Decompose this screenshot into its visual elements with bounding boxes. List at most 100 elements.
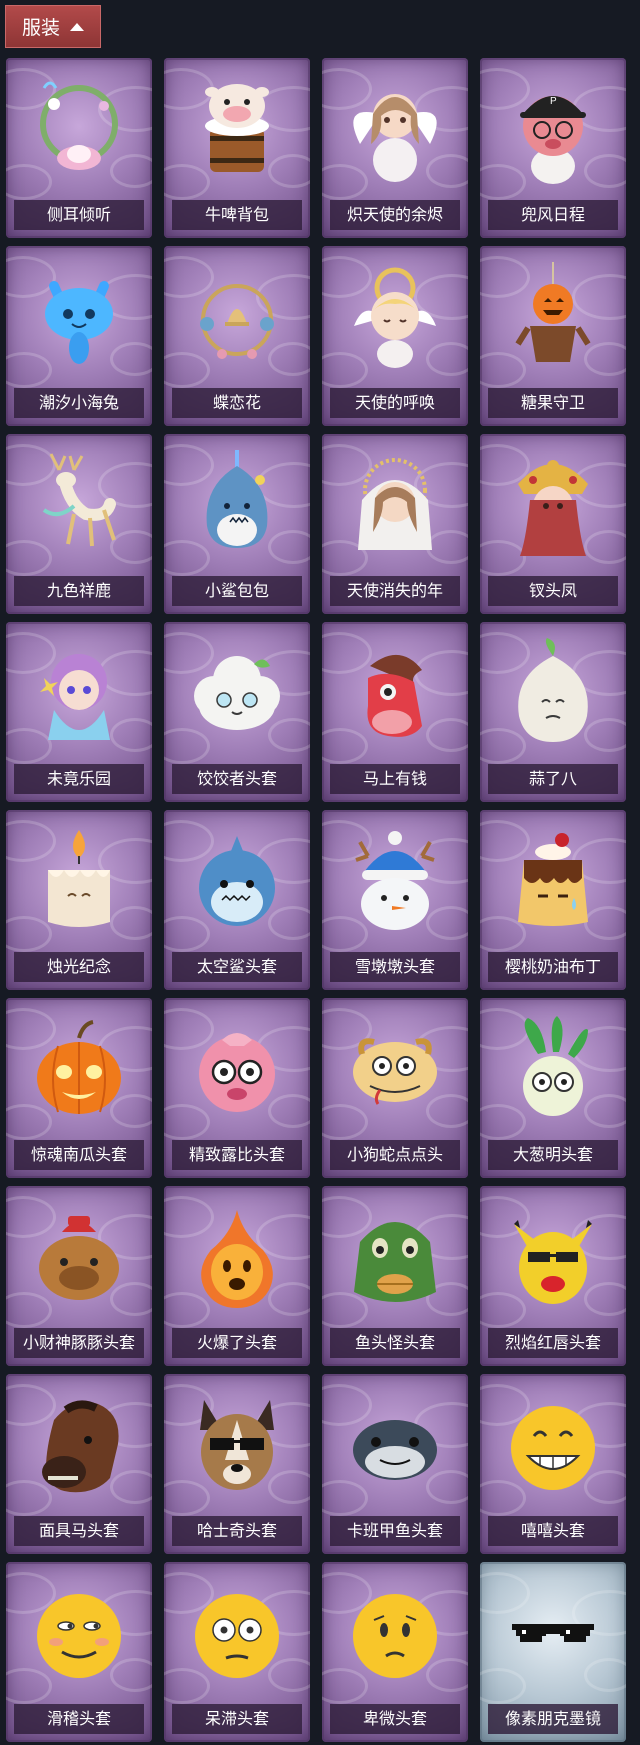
fish-head-icon xyxy=(322,1192,468,1322)
item-name: 烛光纪念 xyxy=(14,952,144,982)
candle-head-icon xyxy=(6,816,152,946)
item-card[interactable]: 卑微头套 xyxy=(322,1562,468,1742)
angel-cherub-icon xyxy=(322,252,468,382)
item-name: 潮汐小海兔 xyxy=(14,388,144,418)
item-name: 侧耳倾听 xyxy=(14,200,144,230)
item-name: 糖果守卫 xyxy=(488,388,618,418)
item-name: 呆滞头套 xyxy=(172,1704,302,1734)
item-card[interactable]: 蒜了八 xyxy=(480,622,626,802)
flower-wreath-ornament-icon xyxy=(6,64,152,194)
item-name: 小财神豚豚头套 xyxy=(14,1328,144,1358)
capybara-head-icon xyxy=(6,1192,152,1322)
item-card[interactable]: 马上有钱 xyxy=(322,622,468,802)
item-card[interactable]: 樱桃奶油布丁 xyxy=(480,810,626,990)
item-card[interactable]: 九色祥鹿 xyxy=(6,434,152,614)
dazed-emoji-head-icon xyxy=(164,1568,310,1698)
item-name: 蒜了八 xyxy=(488,764,618,794)
red-horse-head-icon xyxy=(322,628,468,758)
pastel-girl-icon xyxy=(6,628,152,758)
item-card[interactable]: 大葱明头套 xyxy=(480,998,626,1178)
item-name: 精致露比头套 xyxy=(172,1140,302,1170)
item-name: 天使的呼唤 xyxy=(330,388,460,418)
item-name: 兜风日程 xyxy=(488,200,618,230)
item-card[interactable]: 太空鲨头套 xyxy=(164,810,310,990)
item-card[interactable]: 烛光纪念 xyxy=(6,810,152,990)
chevron-up-icon xyxy=(70,22,84,31)
angel-girl-icon xyxy=(322,64,468,194)
item-name: 面具马头套 xyxy=(14,1516,144,1546)
item-name: 卑微头套 xyxy=(330,1704,460,1734)
husky-sunglasses-icon xyxy=(164,1380,310,1510)
item-card[interactable]: 鱼头怪头套 xyxy=(322,1186,468,1366)
item-card[interactable]: 小财神豚豚头套 xyxy=(6,1186,152,1366)
item-card[interactable]: 饺饺者头套 xyxy=(164,622,310,802)
item-name: 鱼头怪头套 xyxy=(330,1328,460,1358)
item-name: 太空鲨头套 xyxy=(172,952,302,982)
item-name: 雪墩墩头套 xyxy=(330,952,460,982)
item-card[interactable]: 精致露比头套 xyxy=(164,998,310,1178)
item-card[interactable]: 小鲨包包 xyxy=(164,434,310,614)
humble-emoji-head-icon xyxy=(322,1568,468,1698)
item-card[interactable]: 蝶恋花 xyxy=(164,246,310,426)
item-name: 钗头凤 xyxy=(488,576,618,606)
pixel-sunglasses-icon xyxy=(480,1568,626,1698)
item-card[interactable]: 惊魂南瓜头套 xyxy=(6,998,152,1178)
item-name: 烈焰红唇头套 xyxy=(488,1328,618,1358)
blue-sea-bunny-icon xyxy=(6,252,152,382)
item-card[interactable]: 火爆了头套 xyxy=(164,1186,310,1366)
phoenix-crown-girl-icon xyxy=(480,440,626,570)
fire-head-icon xyxy=(164,1192,310,1322)
item-card[interactable]: 嘻嘻头套 xyxy=(480,1374,626,1554)
smirk-emoji-head-icon xyxy=(6,1568,152,1698)
item-card[interactable]: 呆滞头套 xyxy=(164,1562,310,1742)
shark-bag-icon xyxy=(164,440,310,570)
costume-category-tab[interactable]: 服装 xyxy=(5,5,101,48)
item-name: 牛啤背包 xyxy=(172,200,302,230)
item-name: 饺饺者头套 xyxy=(172,764,302,794)
item-name: 嘻嘻头套 xyxy=(488,1516,618,1546)
item-card[interactable]: P 兜风日程 xyxy=(480,58,626,238)
item-card[interactable]: 炽天使的余烬 xyxy=(322,58,468,238)
item-card[interactable]: 侧耳倾听 xyxy=(6,58,152,238)
pumpkin-candy-guard-icon xyxy=(480,252,626,382)
item-name: 卡班甲鱼头套 xyxy=(330,1516,460,1546)
bell-wreath-ornament-icon xyxy=(164,252,310,382)
item-card[interactable]: 潮汐小海兔 xyxy=(6,246,152,426)
item-card[interactable]: 天使消失的年 xyxy=(322,434,468,614)
space-shark-head-icon xyxy=(164,816,310,946)
item-name: 小鲨包包 xyxy=(172,576,302,606)
item-name: 火爆了头套 xyxy=(172,1328,302,1358)
item-card[interactable]: 雪墩墩头套 xyxy=(322,810,468,990)
item-card[interactable]: 像素朋克墨镜 xyxy=(480,1562,626,1742)
item-card[interactable]: 牛啤背包 xyxy=(164,58,310,238)
item-name: 马上有钱 xyxy=(330,764,460,794)
item-name: 九色祥鹿 xyxy=(14,576,144,606)
item-name: 炽天使的余烬 xyxy=(330,200,460,230)
cloud-dumpling-head-icon xyxy=(164,628,310,758)
item-name: 蝶恋花 xyxy=(172,388,302,418)
item-card[interactable]: 哈士奇头套 xyxy=(164,1374,310,1554)
item-name: 大葱明头套 xyxy=(488,1140,618,1170)
item-name: 未竟乐园 xyxy=(14,764,144,794)
item-card[interactable]: 烈焰红唇头套 xyxy=(480,1186,626,1366)
item-card[interactable]: 天使的呼唤 xyxy=(322,246,468,426)
item-name: 天使消失的年 xyxy=(330,576,460,606)
item-card[interactable]: 小狗蛇点点头 xyxy=(322,998,468,1178)
item-card[interactable]: 未竟乐园 xyxy=(6,622,152,802)
horse-mask-icon xyxy=(6,1380,152,1510)
item-card[interactable]: 滑稽头套 xyxy=(6,1562,152,1742)
item-card[interactable]: 糖果守卫 xyxy=(480,246,626,426)
item-card[interactable]: 卡班甲鱼头套 xyxy=(322,1374,468,1554)
item-card[interactable]: 钗头凤 xyxy=(480,434,626,614)
item-card[interactable]: 面具马头套 xyxy=(6,1374,152,1554)
veiled-angel-icon xyxy=(322,440,468,570)
garlic-head-icon xyxy=(480,628,626,758)
snowman-head-icon xyxy=(322,816,468,946)
item-name: 小狗蛇点点头 xyxy=(330,1140,460,1170)
pumpkin-head-icon xyxy=(6,1004,152,1134)
pink-character-cap-icon: P xyxy=(480,64,626,194)
grin-emoji-head-icon xyxy=(480,1380,626,1510)
item-name: 樱桃奶油布丁 xyxy=(488,952,618,982)
golden-deer-icon xyxy=(6,440,152,570)
grey-fish-head-icon xyxy=(322,1380,468,1510)
